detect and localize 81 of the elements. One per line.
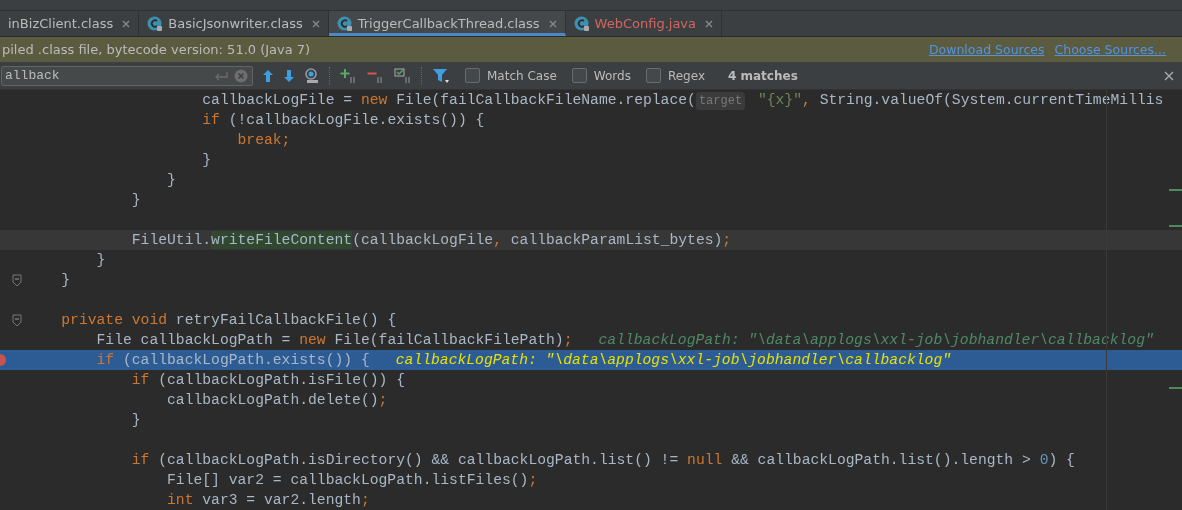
code-text: ) { [1048, 451, 1075, 469]
option-label: Words [593, 68, 631, 83]
change-marker [1169, 225, 1182, 227]
enter-icon [214, 70, 228, 81]
banner-message: piled .class file, bytecode version: 51.0 (Java 7) [2, 42, 311, 57]
code-text: callbackLogPath.delete() [166, 391, 379, 409]
code-text: && callbackLogPath.list().length > [730, 451, 1032, 469]
option-label: Match Case [487, 68, 557, 83]
code-text: File(failCallbackFilePath) [334, 331, 564, 349]
code-text: , [802, 90, 812, 109]
checkbox[interactable] [645, 68, 661, 83]
find-all-icon[interactable] [304, 67, 320, 84]
editor-tab[interactable]: TriggerCallbackThread.class [328, 11, 566, 36]
code-text: (!callbackLogFile.exists()) { [227, 111, 485, 129]
fold-icon[interactable] [12, 274, 22, 287]
code-text: if [201, 111, 220, 129]
code-text: callbackLogFile = [201, 90, 354, 109]
code-text: FileUtil. [130, 231, 212, 249]
code-text: ; [722, 231, 732, 249]
code-text: new [299, 331, 327, 349]
change-marker [1169, 387, 1182, 389]
search-match: writeFileContent [211, 231, 353, 249]
code-text: (callbackLogFile [352, 231, 494, 249]
previous-occurrence-icon[interactable] [262, 68, 274, 83]
code-text: } [130, 411, 141, 429]
code-text: (callbackLogPath.isDirectory() && callbackLogPath.list() != [157, 451, 680, 469]
code-text: callbackParamList_bytes) [510, 231, 723, 249]
code-text: , [493, 231, 503, 249]
code-text: } [95, 251, 106, 269]
code-text: } [166, 171, 176, 189]
close-icon[interactable] [1164, 70, 1174, 81]
code-text: ; [528, 471, 538, 489]
editor-tab[interactable]: WebConfig.java [565, 11, 722, 36]
code-text: (callbackLogPath.exists()) { [121, 351, 370, 369]
checkbox[interactable] [465, 68, 480, 83]
code-text: if [130, 371, 150, 389]
option-label: Regex [667, 68, 705, 83]
code-text: } [130, 191, 141, 209]
debug-value: callbackLogPath: "\data\applogs\xxl-job\jobhandler\callbacklog" [395, 351, 952, 369]
class-icon [336, 15, 353, 32]
code-text: File[] var2 = callbackLogPath.listFiles() [166, 471, 529, 489]
code-text: new [360, 90, 388, 109]
debug-value: callbackLogPath: "\data\applogs\xxl-job\jobhandler\callbacklog" [598, 331, 1154, 349]
close-icon[interactable] [311, 19, 320, 28]
code-text: ; [378, 391, 388, 409]
code-text: File(failCallbackFileName.replace( [395, 90, 696, 109]
code-text: retryFailCallbackFile() { [175, 311, 397, 329]
code-text: String.valueOf(System.currentTimeMillis [819, 90, 1164, 109]
class-icon [147, 15, 164, 32]
match-count: 4 matches [728, 68, 798, 83]
class-icon [573, 15, 590, 32]
select-all-occurrences-icon[interactable] [394, 67, 412, 84]
editor-tab[interactable]: inBizClient.class [0, 11, 140, 36]
code-text: } [201, 151, 212, 169]
search-field[interactable]: allback [1, 65, 253, 86]
editor-tab[interactable]: BasicJsonwriter.class [139, 11, 329, 36]
clear-icon[interactable] [234, 68, 248, 83]
code-text: var3 = var2.length [202, 491, 361, 509]
code-text: break; [236, 131, 291, 149]
add-occurrence-icon[interactable] [340, 67, 358, 84]
code-text: "{x}" [756, 90, 802, 109]
close-icon[interactable] [548, 19, 557, 28]
filter-icon[interactable] [432, 67, 450, 84]
code-text: (callbackLogPath.isFile()) { [157, 371, 405, 389]
code-text: ; [563, 331, 573, 349]
checkbox[interactable] [571, 68, 587, 83]
fold-icon[interactable] [12, 314, 22, 327]
change-marker [1169, 189, 1182, 191]
close-icon[interactable] [705, 19, 713, 28]
code-text: int [166, 491, 195, 509]
code-text: if [130, 451, 150, 469]
code-text: if [95, 351, 115, 369]
close-icon[interactable] [122, 19, 131, 28]
code-text: private void [60, 311, 169, 329]
code-text: } [60, 271, 71, 289]
code-text: null [687, 451, 723, 469]
next-occurrence-icon[interactable] [283, 68, 295, 83]
code-text: ; [360, 491, 370, 509]
code-text: File callbackLogPath = [95, 331, 292, 349]
code-text: 0 [1039, 451, 1049, 469]
parameter-hint: target [695, 91, 746, 110]
